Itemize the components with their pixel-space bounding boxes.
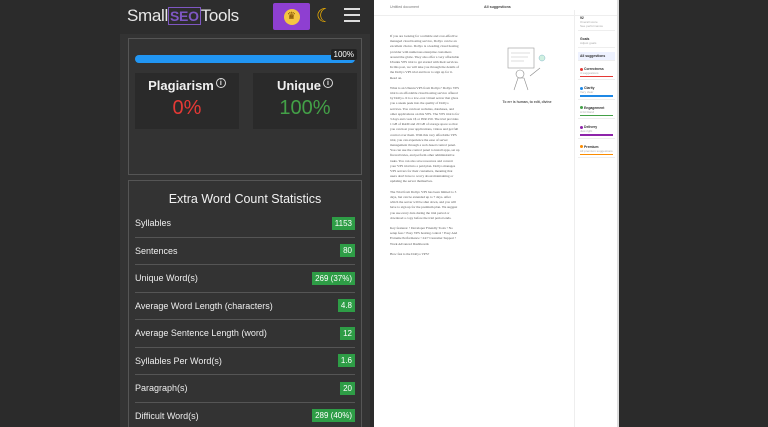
writing-illustration-icon (507, 47, 546, 91)
plagiarism-value: 0% (172, 97, 202, 119)
sidebar-block-sub: Just right (580, 129, 593, 134)
premium-button[interactable]: ♛ (273, 3, 310, 30)
document-paragraph: What is an Ubuntu VPS from Dollyo? Dolly… (390, 85, 460, 184)
plagiarism-tool-panel: Small SEO Tools ♛ ☾ 100% Plagiarism i 0% Un… (120, 0, 370, 427)
sidebar-block[interactable]: All suggestions (578, 52, 615, 61)
top-navbar: Small SEO Tools ♛ ☾ (120, 0, 370, 34)
sidebar-block-sub: A bit bland (580, 109, 595, 114)
stat-value-badge: 269 (37%) (312, 271, 355, 285)
info-icon[interactable]: i (215, 78, 226, 88)
category-bar (580, 76, 613, 78)
sidebar-block[interactable]: Correctness 4 suggestions (578, 65, 615, 81)
sidebar-block-sub: Adjust goals (580, 41, 597, 45)
sidebar-block-note[interactable]: See performance (580, 24, 613, 28)
stat-row: Unique Word(s) 269 (37%) (135, 265, 355, 293)
document-paragraph: If you are looking for a reliable and co… (390, 34, 460, 80)
site-logo[interactable]: Small SEO Tools (127, 6, 239, 26)
scrollbar[interactable] (617, 0, 619, 427)
sidebar-block-title: All suggestions (580, 54, 606, 58)
stat-value-badge: 20 (340, 381, 355, 395)
info-icon[interactable]: i (323, 78, 334, 88)
stat-value-badge: 80 (340, 244, 355, 258)
category-bar (580, 134, 613, 136)
sidebar-block[interactable]: Clarity Very clear (578, 84, 615, 100)
sidebar-block[interactable]: 92 Overall score See performance (578, 14, 615, 31)
stat-label: Difficult Word(s) (135, 410, 199, 421)
illustration-caption: To err is human, to edit, divine (502, 100, 552, 104)
suggestions-header: All suggestions (484, 5, 511, 9)
sidebar-block-sub: Very clear (580, 90, 594, 95)
stat-value-badge: 289 (40%) (312, 409, 355, 423)
hamburger-icon[interactable] (344, 8, 360, 26)
stat-label: Syllables (135, 218, 172, 229)
stat-row: Syllables 1153 (135, 210, 355, 238)
stat-row: Sentences 80 (135, 238, 355, 265)
stat-row: Average Sentence Length (word) 12 (135, 320, 355, 348)
plagiarism-title: Plagiarism (148, 78, 214, 93)
document-editor: Untitled document All suggestions If you… (374, 0, 618, 427)
document-title[interactable]: Untitled document (390, 5, 419, 9)
sidebar-block-sub: 4 suggestions (580, 71, 599, 75)
sidebar-block[interactable]: Delivery Just right (578, 123, 615, 139)
sidebar-block-sub: All premium suggestions (580, 148, 613, 153)
stat-value-badge: 4.8 (337, 299, 355, 313)
progress-bar-fill (135, 55, 355, 63)
result-card: 100% Plagiarism i 0% Unique i 100% (128, 38, 362, 175)
stat-row: Paragraph(s) 20 (135, 375, 355, 403)
plagiarism-score-box: Plagiarism i 0% (135, 73, 239, 129)
sidebar-block[interactable]: Goals Adjust goals (578, 35, 615, 48)
crown-icon: ♛ (283, 8, 300, 25)
suggestions-sidebar: 92 Overall score See performance Goals Adjus… (574, 10, 618, 427)
document-paragraph: How fast is the Dollyo VPS? (390, 251, 430, 256)
stat-label: Unique Word(s) (135, 273, 198, 284)
unique-title: Unique (276, 78, 322, 93)
stat-value-badge: 12 (340, 326, 355, 340)
stat-row: Difficult Word(s) 289 (40%) (135, 403, 355, 427)
unique-value: 100% (279, 97, 331, 119)
stat-label: Paragraph(s) (135, 383, 188, 394)
category-bar (580, 114, 613, 117)
sidebar-block[interactable]: Engagement A bit bland (578, 104, 615, 120)
stat-row: Syllables Per Word(s) 1.6 (135, 348, 355, 375)
unique-score-box: Unique i 100% (253, 73, 357, 129)
document-paragraph: Key features: • Developer Friendly Tools… (390, 225, 458, 246)
category-bar (580, 95, 613, 97)
stat-value-badge: 1.6 (337, 354, 355, 368)
progress-bar: 100% (135, 49, 357, 63)
document-paragraph: The Trial from Dollyo VPS has been limit… (390, 189, 458, 220)
stat-label: Sentences (135, 245, 178, 256)
moon-icon[interactable]: ☾ (316, 5, 333, 28)
progress-label: 100% (330, 49, 357, 60)
stat-label: Average Sentence Length (word) (135, 328, 267, 339)
sidebar-block[interactable]: Premium All premium suggestions (578, 143, 615, 158)
stat-label: Syllables Per Word(s) (135, 355, 222, 366)
document-body[interactable]: If you are looking for a reliable and co… (390, 34, 460, 262)
stat-label: Average Word Length (characters) (135, 300, 273, 311)
stat-row: Average Word Length (characters) 4.8 (135, 293, 355, 320)
stats-title: Extra Word Count Statistics (168, 192, 322, 206)
category-bar (580, 153, 613, 155)
stat-value-badge: 1153 (331, 216, 355, 230)
word-count-stats-card: Extra Word Count Statistics Syllables 115… (128, 180, 362, 427)
